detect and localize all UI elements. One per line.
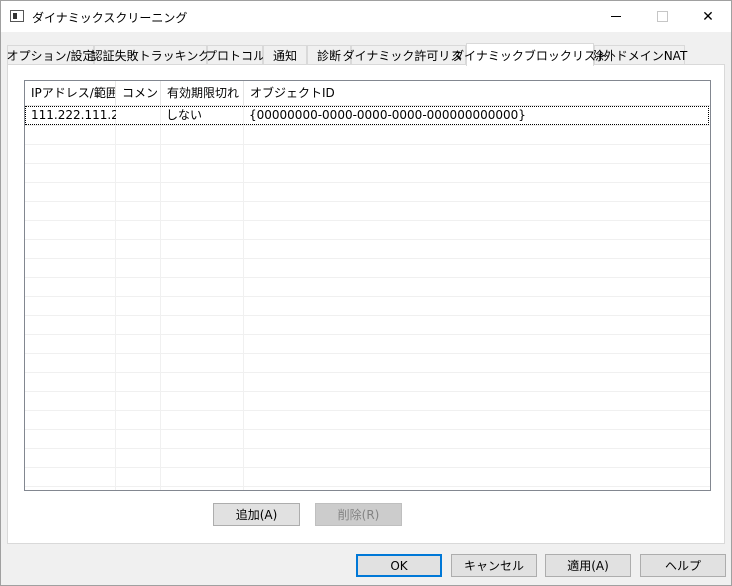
- app-icon: [10, 10, 24, 22]
- grid-divider: [25, 182, 710, 183]
- column-header-comment[interactable]: コメント: [116, 81, 161, 105]
- cancel-button[interactable]: キャンセル: [451, 554, 537, 577]
- grid-divider: [25, 277, 710, 278]
- grid-divider: [25, 353, 710, 354]
- column-header-object-id[interactable]: オブジェクトID: [244, 81, 710, 105]
- grid-divider: [25, 144, 710, 145]
- minimize-icon: [611, 16, 621, 17]
- column-header-expiry[interactable]: 有効期限切れ: [161, 81, 244, 105]
- cell-object-id: {00000000-0000-0000-0000-000000000000}: [249, 108, 526, 122]
- tab-notification[interactable]: 通知: [263, 45, 307, 65]
- dialog-window: ダイナミックスクリーニング ✕ オプション/設定 認証失敗トラッキング プロトコ…: [0, 0, 732, 586]
- add-button[interactable]: 追加(A): [213, 503, 300, 526]
- grid-divider: [25, 391, 710, 392]
- tab-protocol[interactable]: プロトコル: [205, 45, 265, 65]
- tab-panel: IPアドレス/範囲 コメント 有効期限切れ オブジェクトID: [7, 64, 725, 544]
- grid-divider: [25, 429, 710, 430]
- grid-divider: [25, 201, 710, 202]
- maximize-button: [639, 1, 685, 32]
- grid-divider: [25, 486, 710, 487]
- window-title: ダイナミックスクリーニング: [32, 11, 188, 25]
- cell-ip-range: 111.222.111.222: [31, 108, 116, 122]
- grid-divider: [25, 410, 710, 411]
- grid-divider: [25, 163, 710, 164]
- cell-comment: [116, 107, 161, 126]
- grid-divider: [25, 334, 710, 335]
- block-list-view[interactable]: IPアドレス/範囲 コメント 有効期限切れ オブジェクトID: [24, 80, 711, 491]
- grid-divider: [25, 220, 710, 221]
- help-button[interactable]: ヘルプ: [640, 554, 726, 577]
- grid-divider: [25, 315, 710, 316]
- grid-divider: [25, 467, 710, 468]
- grid-divider: [25, 239, 710, 240]
- close-button[interactable]: ✕: [685, 1, 731, 32]
- cell-expiry: しない: [166, 108, 203, 122]
- apply-button[interactable]: 適用(A): [545, 554, 631, 577]
- grid-divider: [25, 258, 710, 259]
- tab-dynamic-allow-list[interactable]: ダイナミック許可リスト: [343, 45, 474, 65]
- ok-button[interactable]: OK: [356, 554, 442, 577]
- table-row[interactable]: 111.222.111.222 しない {00000000-0000-0000-…: [25, 106, 709, 125]
- list-header: IPアドレス/範囲 コメント 有効期限切れ オブジェクトID: [25, 81, 710, 106]
- close-icon: ✕: [702, 8, 714, 25]
- grid-divider: [25, 296, 710, 297]
- tab-dynamic-block-list[interactable]: ダイナミックブロックリスト: [452, 43, 608, 66]
- tab-options-settings[interactable]: オプション/設定: [6, 45, 95, 65]
- column-header-ip-range[interactable]: IPアドレス/範囲: [25, 81, 116, 105]
- minimize-button[interactable]: [593, 1, 639, 32]
- tab-auth-failure-tracking[interactable]: 認証失敗トラッキング: [91, 45, 210, 65]
- delete-button[interactable]: 削除(R): [315, 503, 402, 526]
- grid-divider: [25, 448, 710, 449]
- title-bar: ダイナミックスクリーニング ✕: [1, 1, 731, 32]
- maximize-icon: [656, 11, 668, 22]
- grid-divider: [25, 372, 710, 373]
